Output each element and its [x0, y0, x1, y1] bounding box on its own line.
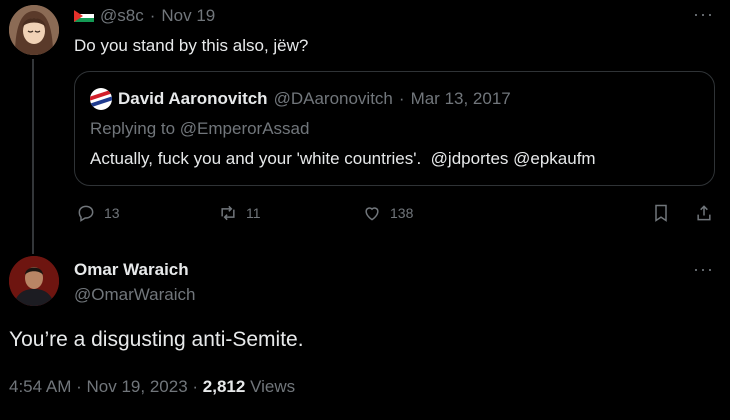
meta-separator: · [76, 377, 82, 396]
like-button[interactable]: 138 [362, 203, 413, 223]
quoted-author-name: David Aaronovitch [118, 89, 268, 108]
more-options-icon-main[interactable]: ··· [693, 259, 714, 280]
like-icon [365, 207, 379, 221]
share-button[interactable] [694, 203, 714, 223]
avatar-s8c[interactable] [9, 5, 59, 55]
reply-count: 13 [104, 205, 120, 221]
tweet-text: You’re a disgusting anti-Semite. [9, 328, 304, 351]
quoted-separator: · [398, 89, 405, 108]
avatar-photo [9, 256, 59, 306]
repost-button[interactable]: 11 [218, 203, 261, 223]
reply-button[interactable]: 13 [76, 203, 120, 223]
views-label: Views [250, 377, 296, 396]
quoted-tweet-header: David Aaronovitch @DAaronovitch · Mar 13… [90, 88, 511, 110]
like-count: 138 [390, 205, 414, 221]
tweet-time[interactable]: 4:54 AM [9, 377, 71, 396]
thread-line [32, 59, 34, 254]
avatar-omar-waraich[interactable] [9, 256, 59, 306]
quoted-date: Mar 13, 2017 [410, 89, 511, 108]
repost-count: 11 [246, 205, 261, 221]
views-count: 2,812 [202, 377, 246, 396]
reply-icon [78, 205, 94, 222]
quoted-avatar [90, 88, 112, 110]
bookmark-icon [655, 204, 667, 222]
bookmark-button[interactable] [651, 203, 671, 223]
more-options-icon[interactable]: ··· [693, 4, 714, 25]
meta-separator: · [192, 377, 199, 396]
tweet-meta: 4:54 AM · Nov 19, 2023 · 2,812 Views [9, 377, 295, 397]
palestine-flag-icon [74, 9, 94, 23]
quoted-replying-to: Replying to @EmperorAssad [90, 119, 310, 138]
repost-icon [221, 205, 235, 221]
author-handle[interactable]: @OmarWaraich [74, 285, 195, 305]
avatar-illustration [9, 5, 59, 55]
reply-header: @s8c · Nov 19 [74, 6, 215, 26]
tweet-date[interactable]: Nov 19, 2023 [87, 377, 188, 396]
quoted-author-handle: @DAaronovitch [273, 89, 393, 108]
share-icon [697, 205, 711, 221]
reply-separator: · [149, 6, 156, 25]
reply-text: Do you stand by this also, jëw? [74, 36, 309, 55]
reply-date[interactable]: Nov 19 [161, 6, 215, 26]
reply-handle[interactable]: @s8c [100, 6, 144, 26]
quoted-text: Actually, fuck you and your 'white count… [90, 149, 596, 168]
author-name[interactable]: Omar Waraich [74, 260, 189, 280]
